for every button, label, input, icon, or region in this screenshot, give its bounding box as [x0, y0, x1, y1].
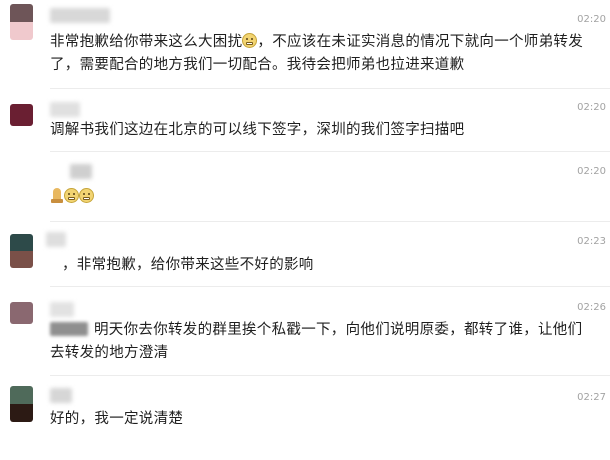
- sender-name: [50, 102, 80, 117]
- divider: [50, 286, 610, 287]
- divider: [50, 88, 610, 89]
- grimace-emoji-icon: [242, 33, 258, 48]
- message-text: [50, 186, 596, 209]
- divider: [50, 221, 610, 222]
- grimace-emoji-icon: [79, 188, 94, 203]
- message-text: 好的，我一定说清楚: [50, 411, 184, 427]
- avatar[interactable]: [10, 302, 33, 324]
- avatar[interactable]: [10, 4, 33, 40]
- message-time: 02:20: [577, 14, 606, 25]
- divider: [50, 151, 610, 152]
- redacted-mention: [50, 322, 88, 336]
- avatar[interactable]: [10, 234, 33, 268]
- pray-emoji-icon: [50, 188, 64, 203]
- message-text: 非常抱歉给你带来这么大困扰 ，不应该在未证实消息的情况下就向一个师弟转发了，需要配…: [50, 33, 584, 73]
- message-text: ，非常抱歉，给你带来这些不好的影响: [62, 257, 314, 273]
- grimace-emoji-icon: [64, 188, 79, 203]
- sender-name: [50, 302, 74, 317]
- avatar[interactable]: [10, 104, 33, 126]
- message-text: 明天你去你转发的群里挨个私戳一下，向他们说明原委，都转了谁，让他们去转发的地方澄…: [50, 322, 583, 361]
- divider: [50, 375, 610, 376]
- message-time: 02:23: [577, 236, 606, 247]
- message-time: 02:20: [577, 166, 606, 177]
- message-text: 调解书我们这边在北京的可以线下签字，深圳的我们签字扫描吧: [50, 122, 465, 138]
- sender-name: [50, 388, 72, 403]
- avatar[interactable]: [10, 386, 33, 422]
- sender-name: [70, 164, 92, 179]
- sender-name: [50, 8, 110, 23]
- message-time: 02:20: [577, 102, 606, 113]
- message-time: 02:26: [577, 302, 606, 313]
- sender-name: [46, 232, 66, 247]
- message-time: 02:27: [577, 392, 606, 403]
